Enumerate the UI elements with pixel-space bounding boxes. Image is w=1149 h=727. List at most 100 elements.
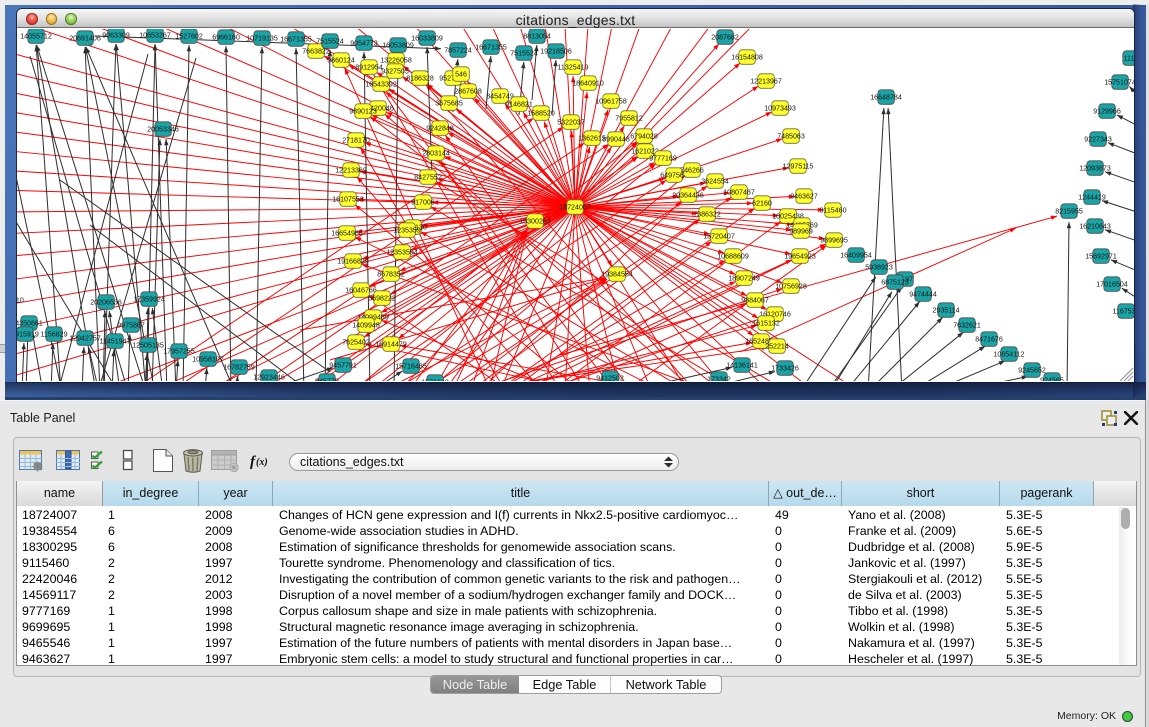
svg-text:5938923: 5938923	[865, 264, 893, 272]
svg-text:7625402: 7625402	[342, 339, 370, 347]
svg-text:16409954: 16409954	[840, 252, 872, 260]
svg-text:20053346: 20053346	[147, 126, 179, 134]
svg-text:9063309: 9063309	[102, 32, 130, 40]
svg-text:9227343: 9227343	[1084, 136, 1112, 144]
svg-text:17359924: 17359924	[133, 296, 165, 304]
svg-text:1112: 1112	[1124, 55, 1134, 63]
svg-text:9242848: 9242848	[426, 125, 454, 133]
svg-text:9860124: 9860124	[327, 57, 355, 65]
svg-text:12093873: 12093873	[1079, 165, 1111, 173]
svg-text:8912954: 8912954	[355, 64, 383, 72]
svg-text:7485063: 7485063	[777, 133, 805, 141]
svg-text:14136141: 14136141	[726, 362, 758, 370]
svg-text:10958107: 10958107	[192, 356, 224, 364]
svg-text:746266: 746266	[680, 167, 704, 175]
svg-text:10719135: 10719135	[246, 35, 278, 43]
svg-text:8813054: 8813054	[523, 33, 551, 41]
svg-text:12213967: 12213967	[750, 78, 782, 86]
svg-text:9474444: 9474444	[909, 291, 937, 299]
svg-text:7663822: 7663822	[302, 48, 330, 56]
svg-text:10688609: 10688609	[717, 253, 749, 261]
svg-text:20206536: 20206536	[90, 299, 122, 307]
svg-text:546: 546	[455, 71, 467, 79]
svg-text:2935114: 2935114	[932, 307, 959, 315]
svg-text:8427552: 8427552	[414, 174, 442, 182]
svg-text:2867608: 2867608	[454, 88, 482, 96]
svg-text:12505135: 12505135	[132, 342, 164, 350]
svg-text:10653267: 10653267	[139, 32, 171, 40]
svg-text:7955812: 7955812	[615, 115, 643, 123]
svg-text:16210643: 16210643	[1079, 223, 1111, 231]
svg-text:12923446: 12923446	[253, 374, 285, 381]
svg-text:1571648: 1571648	[421, 379, 449, 381]
svg-text:9899695: 9899695	[820, 237, 848, 245]
svg-text:8454749: 8454749	[486, 93, 514, 101]
svg-text:10807487: 10807487	[723, 189, 755, 197]
svg-text:18640910: 18640910	[572, 80, 604, 88]
svg-text:9245652: 9245652	[1018, 367, 1046, 375]
svg-text:8678352: 8678352	[377, 271, 405, 279]
svg-text:173342: 173342	[707, 376, 731, 381]
svg-text:6875123: 6875123	[881, 279, 909, 287]
svg-text:9412502: 9412502	[596, 375, 624, 381]
svg-text:18907249: 18907249	[728, 275, 760, 283]
svg-text:16053809: 16053809	[382, 42, 414, 50]
svg-text:9975867: 9975867	[117, 322, 145, 330]
svg-text:20691406: 20691406	[69, 35, 101, 43]
svg-text:14055712: 14055712	[20, 33, 52, 41]
svg-text:7515524: 7515524	[316, 38, 344, 46]
svg-text:3675685: 3675685	[435, 100, 463, 108]
svg-text:7857224: 7857224	[444, 47, 472, 55]
svg-text:1409948: 1409948	[352, 322, 380, 330]
svg-text:1733426: 1733426	[771, 365, 799, 373]
svg-text:16107553: 16107553	[332, 196, 364, 204]
svg-text:16543392: 16543392	[365, 81, 397, 89]
svg-text:15751074: 15751074	[1104, 79, 1134, 87]
svg-text:252214: 252214	[765, 343, 789, 351]
svg-text:1244419: 1244419	[1078, 194, 1106, 202]
svg-text:17957255: 17957255	[163, 348, 195, 356]
svg-text:15716485: 15716485	[395, 363, 427, 371]
svg-text:9327505: 9327505	[381, 68, 409, 76]
svg-text:9146821: 9146821	[505, 101, 533, 109]
svg-text:1588520: 1588520	[527, 110, 555, 118]
svg-text:(x): (x)	[256, 457, 268, 468]
svg-text:62160: 62160	[752, 200, 772, 208]
svg-text:16046766: 16046766	[345, 287, 377, 295]
svg-text:7632621: 7632621	[953, 322, 981, 330]
svg-text:16671355: 16671355	[475, 44, 507, 52]
svg-text:1527602: 1527602	[175, 33, 203, 41]
svg-text:16154808: 16154808	[731, 54, 763, 62]
svg-text:9129966: 9129966	[1093, 108, 1121, 116]
svg-text:12213369: 12213369	[335, 167, 367, 175]
svg-text:9457791: 9457791	[329, 362, 357, 370]
svg-text:7386322: 7386322	[693, 211, 721, 219]
svg-text:5322037: 5322037	[557, 119, 585, 127]
svg-text:16033809: 16033809	[411, 35, 443, 43]
svg-text:924565: 924565	[1040, 377, 1064, 381]
svg-text:3915919: 3915919	[17, 331, 39, 339]
svg-text:9054773: 9054773	[350, 40, 378, 48]
svg-text:6966160: 6966160	[212, 34, 240, 42]
svg-text:9115460: 9115460	[819, 207, 846, 215]
svg-text:12353594: 12353594	[386, 249, 418, 257]
svg-text:10961758: 10961758	[595, 98, 627, 106]
svg-text:945779: 945779	[315, 378, 339, 381]
svg-text:8990448: 8990448	[602, 136, 630, 144]
svg-text:16654966: 16654966	[331, 230, 363, 238]
svg-text:2087682: 2087682	[711, 34, 739, 42]
svg-text:18724007: 18724007	[559, 204, 591, 212]
svg-text:12942757: 12942757	[69, 335, 101, 343]
svg-text:6794028: 6794028	[630, 133, 658, 141]
svg-text:16914479: 16914479	[375, 341, 407, 349]
svg-text:11451947: 11451947	[99, 338, 130, 346]
svg-text:3624554: 3624554	[701, 178, 729, 186]
svg-text:9890123: 9890123	[349, 108, 377, 116]
svg-text:2718170: 2718170	[342, 137, 370, 145]
svg-text:16648784: 16648784	[870, 94, 902, 102]
svg-text:26260510: 26260510	[17, 297, 24, 305]
svg-text:19218506: 19218506	[540, 48, 572, 56]
svg-text:19166829: 19166829	[337, 258, 369, 266]
svg-text:16671355: 16671355	[280, 36, 312, 44]
svg-text:20364436: 20364436	[672, 192, 704, 200]
